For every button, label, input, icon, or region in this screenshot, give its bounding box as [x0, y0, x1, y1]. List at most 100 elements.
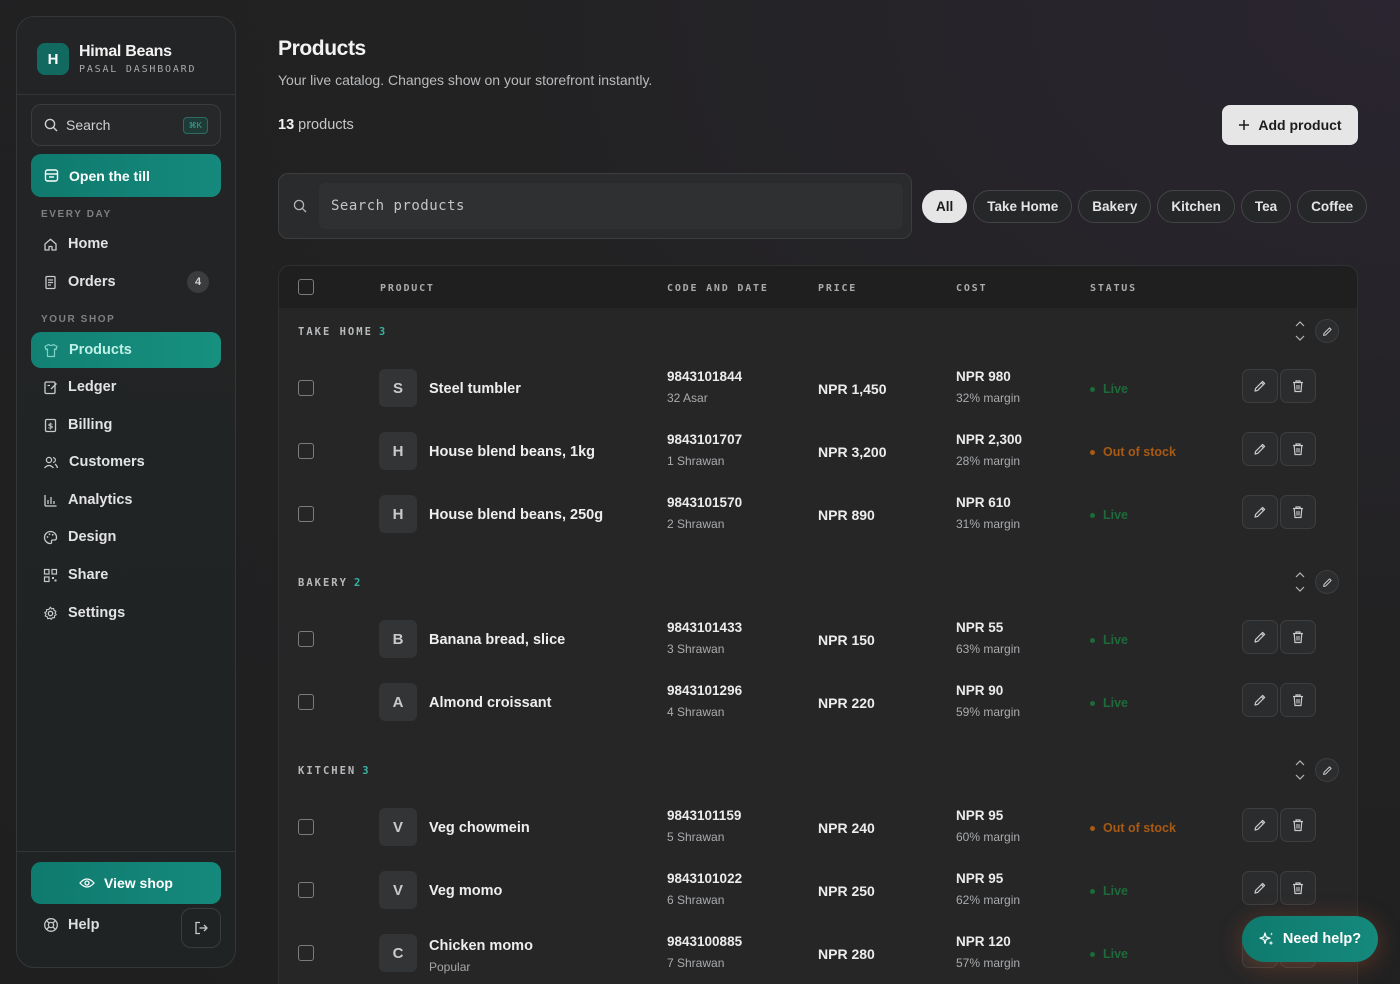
delete-product-button[interactable]: [1280, 808, 1316, 842]
brand-subtitle: PASAL DASHBOARD: [79, 64, 197, 75]
product-cost: NPR 55: [956, 620, 1004, 635]
product-cost: NPR 120: [956, 934, 1011, 949]
product-name[interactable]: Banana bread, slice: [429, 632, 565, 648]
edit-product-button[interactable]: [1242, 432, 1278, 466]
delete-product-button[interactable]: [1280, 620, 1316, 654]
delete-product-button[interactable]: [1280, 369, 1316, 403]
open-till-button[interactable]: Open the till: [31, 154, 221, 197]
filter-chip-take-home[interactable]: Take Home: [973, 190, 1073, 223]
edit-product-button[interactable]: [1242, 871, 1278, 905]
status-dot: [1090, 386, 1095, 392]
filter-chip-coffee[interactable]: Coffee: [1297, 190, 1368, 223]
product-name[interactable]: Steel tumbler: [429, 381, 521, 397]
product-avatar: B: [379, 620, 417, 658]
filter-chip-tea[interactable]: Tea: [1240, 190, 1292, 223]
sidebar-item-share[interactable]: Share: [31, 557, 221, 593]
sidebar-item-billing[interactable]: $ Billing: [31, 407, 221, 443]
logout-button[interactable]: [181, 908, 221, 948]
status-badge: Live: [1090, 508, 1128, 522]
table-row[interactable]: A Almond croissant 9843101296 4 Shrawan …: [279, 675, 1357, 731]
delete-product-button[interactable]: [1280, 871, 1316, 905]
delete-product-button[interactable]: [1280, 432, 1316, 466]
receipt-icon: [43, 275, 58, 290]
product-name[interactable]: Veg momo: [429, 883, 502, 899]
product-name[interactable]: Veg chowmein: [429, 820, 530, 836]
product-name[interactable]: Chicken momo: [429, 938, 533, 954]
trash-icon: [1291, 442, 1305, 456]
sidebar-item-ledger[interactable]: Ledger: [31, 369, 221, 405]
filter-chip-all[interactable]: All: [922, 190, 968, 223]
divider: [17, 94, 235, 95]
row-checkbox[interactable]: [298, 443, 314, 459]
product-price: NPR 240: [818, 820, 875, 836]
product-name[interactable]: House blend beans, 1kg: [429, 444, 595, 460]
add-product-button[interactable]: Add product: [1222, 105, 1358, 145]
delete-product-button[interactable]: [1280, 495, 1316, 529]
row-checkbox[interactable]: [298, 819, 314, 835]
help-link[interactable]: Help: [43, 917, 99, 933]
filter-chip-kitchen[interactable]: Kitchen: [1157, 190, 1235, 223]
row-checkbox[interactable]: [298, 380, 314, 396]
edit-product-button[interactable]: [1242, 683, 1278, 717]
sidebar-item-settings[interactable]: Settings: [31, 595, 221, 631]
product-count-number: 13: [278, 117, 295, 133]
table-row[interactable]: C Chicken momo Popular 9843100885 7 Shra…: [279, 926, 1357, 982]
page-subtitle: Your live catalog. Changes show on your …: [278, 72, 653, 88]
view-shop-button[interactable]: View shop: [31, 862, 221, 904]
edit-group-button[interactable]: [1315, 758, 1339, 782]
sidebar-item-analytics[interactable]: Analytics: [31, 482, 221, 518]
edit-product-button[interactable]: [1242, 495, 1278, 529]
edit-product-button[interactable]: [1242, 620, 1278, 654]
sidebar-item-home[interactable]: Home: [31, 226, 221, 262]
search-icon: [293, 199, 307, 213]
brand[interactable]: H Himal Beans PASAL DASHBOARD: [37, 43, 196, 75]
product-name[interactable]: Almond croissant: [429, 695, 551, 711]
table-row[interactable]: H House blend beans, 1kg 9843101707 1 Sh…: [279, 424, 1357, 480]
product-price: NPR 150: [818, 632, 875, 648]
pencil-icon: [1322, 765, 1333, 776]
sidebar-item-label: Design: [68, 529, 117, 545]
group-count: 3: [362, 765, 371, 777]
sidebar-search[interactable]: Search ⌘K: [31, 104, 221, 146]
row-actions: [1242, 620, 1316, 654]
edit-product-button[interactable]: [1242, 369, 1278, 403]
product-search-input[interactable]: [319, 183, 903, 229]
sort-icon[interactable]: [1293, 757, 1307, 783]
row-checkbox[interactable]: [298, 694, 314, 710]
row-checkbox[interactable]: [298, 631, 314, 647]
status-badge: Live: [1090, 696, 1128, 710]
sidebar-item-label: Home: [68, 236, 109, 252]
sort-icon[interactable]: [1293, 318, 1307, 344]
sort-icon[interactable]: [1293, 569, 1307, 595]
table-row[interactable]: V Veg momo 9843101022 6 Shrawan NPR 250 …: [279, 863, 1357, 919]
need-help-button[interactable]: Need help?: [1242, 916, 1378, 962]
product-date: 5 Shrawan: [667, 830, 725, 844]
sidebar-item-design[interactable]: Design: [31, 519, 221, 555]
row-checkbox[interactable]: [298, 882, 314, 898]
pencil-icon: [1253, 693, 1267, 707]
table-row[interactable]: S Steel tumbler 9843101844 32 Asar NPR 1…: [279, 361, 1357, 417]
sidebar-item-orders[interactable]: Orders 4: [31, 264, 221, 300]
column-header-code-date: CODE AND DATE: [667, 283, 769, 294]
status-badge: Out of stock: [1090, 445, 1176, 459]
row-checkbox[interactable]: [298, 506, 314, 522]
row-checkbox[interactable]: [298, 945, 314, 961]
product-avatar: A: [379, 683, 417, 721]
table-row[interactable]: B Banana bread, slice 9843101433 3 Shraw…: [279, 612, 1357, 668]
product-avatar: V: [379, 808, 417, 846]
status-label: Live: [1103, 696, 1129, 710]
sidebar-item-customers[interactable]: Customers: [31, 444, 221, 480]
pencil-icon: [1322, 326, 1333, 337]
row-actions: [1242, 495, 1316, 529]
product-name[interactable]: House blend beans, 250g: [429, 507, 603, 523]
delete-product-button[interactable]: [1280, 683, 1316, 717]
table-row[interactable]: V Veg chowmein 9843101159 5 Shrawan NPR …: [279, 800, 1357, 856]
edit-group-button[interactable]: [1315, 319, 1339, 343]
product-date: 6 Shrawan: [667, 893, 725, 907]
edit-product-button[interactable]: [1242, 808, 1278, 842]
table-row[interactable]: H House blend beans, 250g 9843101570 2 S…: [279, 487, 1357, 543]
filter-chip-bakery[interactable]: Bakery: [1078, 190, 1152, 223]
edit-group-button[interactable]: [1315, 570, 1339, 594]
select-all-checkbox[interactable]: [298, 279, 314, 295]
sidebar-item-products[interactable]: Products: [31, 332, 221, 368]
